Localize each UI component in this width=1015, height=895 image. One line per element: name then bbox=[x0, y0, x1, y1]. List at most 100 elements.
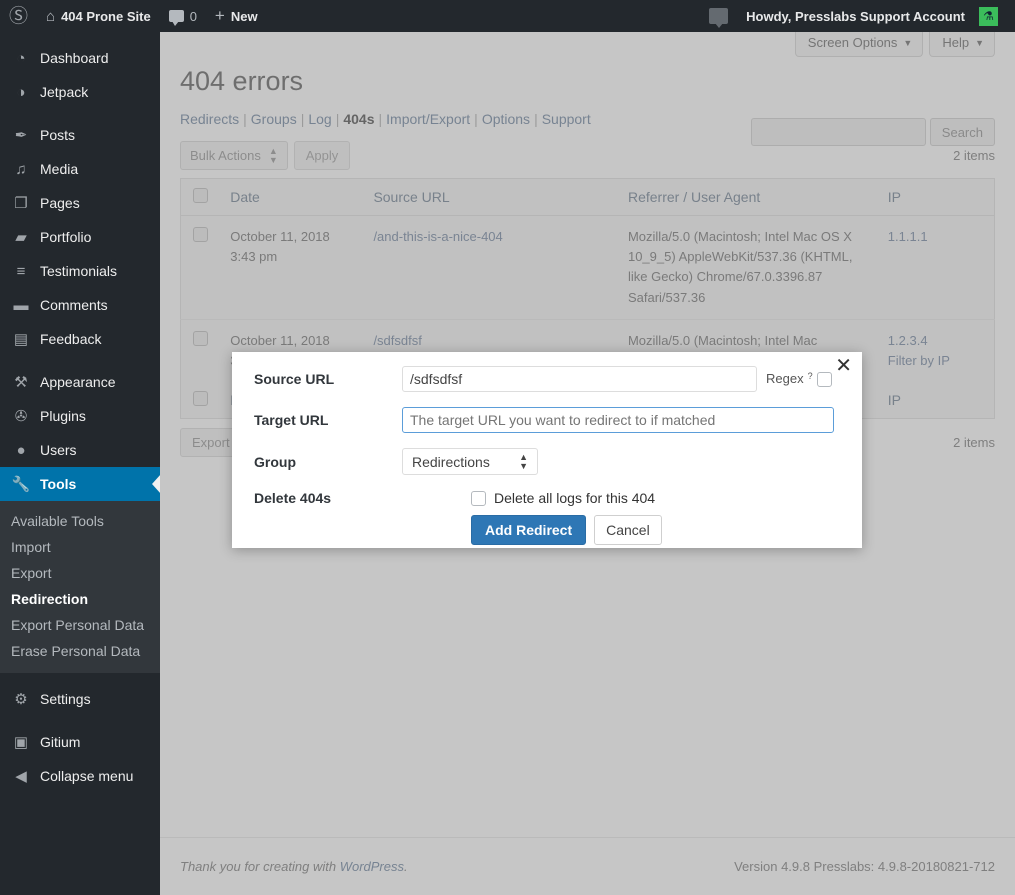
subnav-404s[interactable]: 404s bbox=[343, 111, 374, 127]
sidebar-item-appearance[interactable]: ⚒ Appearance bbox=[0, 365, 160, 399]
wp-logo-menu[interactable]: Ⓢ bbox=[0, 0, 37, 32]
subnav-redirects[interactable]: Redirects bbox=[180, 111, 239, 127]
submenu-item-redirection[interactable]: Redirection bbox=[0, 586, 160, 612]
cell-source-url: /and-this-is-a-nice-404 bbox=[363, 215, 618, 320]
row-source-url-link[interactable]: /sdfsdfsf bbox=[373, 333, 421, 348]
subnav-options[interactable]: Options bbox=[482, 111, 530, 127]
regex-checkbox[interactable] bbox=[816, 372, 832, 387]
notifications-menu[interactable] bbox=[700, 0, 737, 32]
select-all-checkbox-bottom[interactable] bbox=[193, 390, 208, 406]
submenu-item-erase-personal-data[interactable]: Erase Personal Data bbox=[0, 638, 160, 664]
screen-options-label: Screen Options bbox=[807, 35, 898, 50]
menu-separator bbox=[0, 716, 160, 725]
row-ip-link[interactable]: 1.1.1.1 bbox=[888, 229, 928, 244]
row-checkbox[interactable] bbox=[193, 227, 208, 243]
screen-options-button[interactable]: Screen Options ▼ bbox=[794, 30, 924, 57]
row-ip-link[interactable]: 1.2.3.4 bbox=[888, 333, 928, 348]
sidebar-item-users[interactable]: ● Users bbox=[0, 433, 160, 467]
screen-meta-links: Screen Options ▼ Help ▼ bbox=[794, 30, 995, 57]
sidebar-item-portfolio[interactable]: ▰ Portfolio bbox=[0, 220, 160, 254]
group-select[interactable]: Redirections ▲ ▼ bbox=[402, 448, 538, 475]
footer-thanks-prefix: Thank you for creating with bbox=[180, 859, 340, 874]
regex-option: Regex ? bbox=[766, 371, 832, 387]
apply-button[interactable]: Apply bbox=[293, 141, 351, 171]
column-header-referrer: Referrer / User Agent bbox=[617, 178, 878, 217]
new-label: New bbox=[230, 8, 258, 24]
submenu-item-export-personal-data[interactable]: Export Personal Data bbox=[0, 612, 160, 638]
subnav-support[interactable]: Support bbox=[542, 111, 591, 127]
select-all-checkbox[interactable] bbox=[193, 188, 208, 204]
search-input[interactable] bbox=[750, 118, 926, 146]
table-head: Date Source URL Referrer / User Agent IP bbox=[180, 178, 995, 217]
sidebar-item-label: Users bbox=[40, 442, 77, 458]
modal-actions: Add Redirect Cancel bbox=[471, 515, 846, 545]
sidebar-item-dashboard[interactable]: ◔ Dashboard bbox=[0, 41, 160, 75]
sidebar-item-label: Jetpack bbox=[40, 84, 89, 100]
group-row: Group Redirections ▲ ▼ bbox=[254, 448, 846, 475]
items-count-bottom: 2 items bbox=[953, 434, 995, 450]
sidebar-item-tools[interactable]: 🔧 Tools bbox=[0, 467, 161, 501]
row-checkbox[interactable] bbox=[193, 330, 208, 346]
subnav-separator: | bbox=[474, 111, 478, 128]
bulk-actions-select[interactable]: Bulk Actions ▲ ▼ bbox=[180, 141, 288, 171]
sidebar-item-label: Feedback bbox=[40, 331, 102, 347]
wordpress-link[interactable]: WordPress bbox=[340, 859, 404, 874]
source-url-label: Source URL bbox=[254, 371, 335, 387]
delete-logs-checkbox[interactable] bbox=[471, 491, 486, 506]
help-button[interactable]: Help ▼ bbox=[929, 30, 995, 57]
source-url-input[interactable] bbox=[402, 366, 757, 392]
bulk-actions-label: Bulk Actions bbox=[190, 148, 261, 164]
cell-ip: 1.2.3.4 Filter by IP bbox=[878, 319, 995, 382]
pin-icon: ✒ bbox=[14, 126, 28, 144]
site-name-menu[interactable]: ⌂ 404 Prone Site bbox=[37, 0, 160, 32]
subnav-groups[interactable]: Groups bbox=[251, 111, 297, 127]
admin-footer: Thank you for creating with WordPress. V… bbox=[160, 837, 1015, 895]
column-header-source-url[interactable]: Source URL bbox=[363, 178, 618, 217]
tools-wrench-icon: 🔧 bbox=[11, 475, 31, 493]
sidebar-item-testimonials[interactable]: ≡ Testimonials bbox=[0, 254, 160, 288]
close-icon[interactable]: ✕ bbox=[835, 356, 852, 376]
subnav-log[interactable]: Log bbox=[308, 111, 331, 127]
comments-count: 0 bbox=[189, 8, 197, 24]
target-url-input[interactable] bbox=[402, 407, 834, 433]
menu-separator bbox=[0, 673, 160, 682]
column-header-date[interactable]: Date bbox=[220, 178, 364, 217]
search-form: Search bbox=[750, 118, 995, 146]
sidebar-item-media[interactable]: ♫ Media bbox=[0, 152, 160, 186]
filter-by-ip-link[interactable]: Filter by IP bbox=[888, 353, 950, 368]
sidebar-item-jetpack[interactable]: ◑ Jetpack bbox=[0, 75, 160, 109]
collapse-menu-button[interactable]: ◀ Collapse menu bbox=[0, 759, 160, 793]
sidebar-item-feedback[interactable]: ▤ Feedback bbox=[0, 322, 160, 356]
sidebar-item-label: Posts bbox=[40, 127, 76, 143]
sidebar-item-label: Gitium bbox=[40, 734, 81, 750]
new-content-menu[interactable]: + New bbox=[206, 0, 267, 32]
sidebar-item-plugins[interactable]: ✇ Plugins bbox=[0, 399, 160, 433]
menu-separator bbox=[0, 356, 160, 365]
sidebar-item-posts[interactable]: ✒ Posts bbox=[0, 118, 160, 152]
subnav-import-export[interactable]: Import/Export bbox=[386, 111, 470, 127]
add-redirect-modal: ✕ Source URL Regex ? Target URL Group Re… bbox=[232, 352, 862, 548]
tablenav-top: Bulk Actions ▲ ▼ Apply 2 items bbox=[180, 141, 995, 178]
comments-menu[interactable]: 0 bbox=[160, 0, 206, 32]
help-icon[interactable]: ? bbox=[808, 371, 813, 381]
sidebar-item-gitium[interactable]: ▣ Gitium bbox=[0, 725, 160, 759]
cancel-button[interactable]: Cancel bbox=[594, 515, 662, 545]
submenu-item-available-tools[interactable]: Available Tools bbox=[0, 508, 160, 534]
target-url-row: Target URL bbox=[254, 407, 846, 433]
cell-user-agent: Mozilla/5.0 (Macintosh; Intel Mac OS X 1… bbox=[617, 215, 878, 320]
my-account-menu[interactable]: Howdy, Presslabs Support Account ⚗ bbox=[737, 0, 1015, 32]
row-source-url-link[interactable]: /and-this-is-a-nice-404 bbox=[373, 229, 502, 244]
sidebar-item-pages[interactable]: ❐ Pages bbox=[0, 186, 160, 220]
admin-bar-right: Howdy, Presslabs Support Account ⚗ bbox=[700, 0, 1015, 32]
submenu-item-import[interactable]: Import bbox=[0, 534, 160, 560]
sidebar-item-settings[interactable]: ⚙ Settings bbox=[0, 682, 160, 716]
speech-bubble-icon bbox=[709, 8, 729, 28]
submenu-item-export[interactable]: Export bbox=[0, 560, 160, 586]
sidebar-item-comments[interactable]: ▬ Comments bbox=[0, 288, 160, 322]
add-redirect-button[interactable]: Add Redirect bbox=[471, 515, 587, 545]
sidebar-item-label: Pages bbox=[40, 195, 80, 211]
subnav-separator: | bbox=[534, 111, 538, 128]
source-url-row: Source URL Regex ? bbox=[254, 366, 846, 392]
search-button[interactable]: Search bbox=[929, 118, 995, 146]
comment-bubble-icon bbox=[168, 10, 184, 26]
